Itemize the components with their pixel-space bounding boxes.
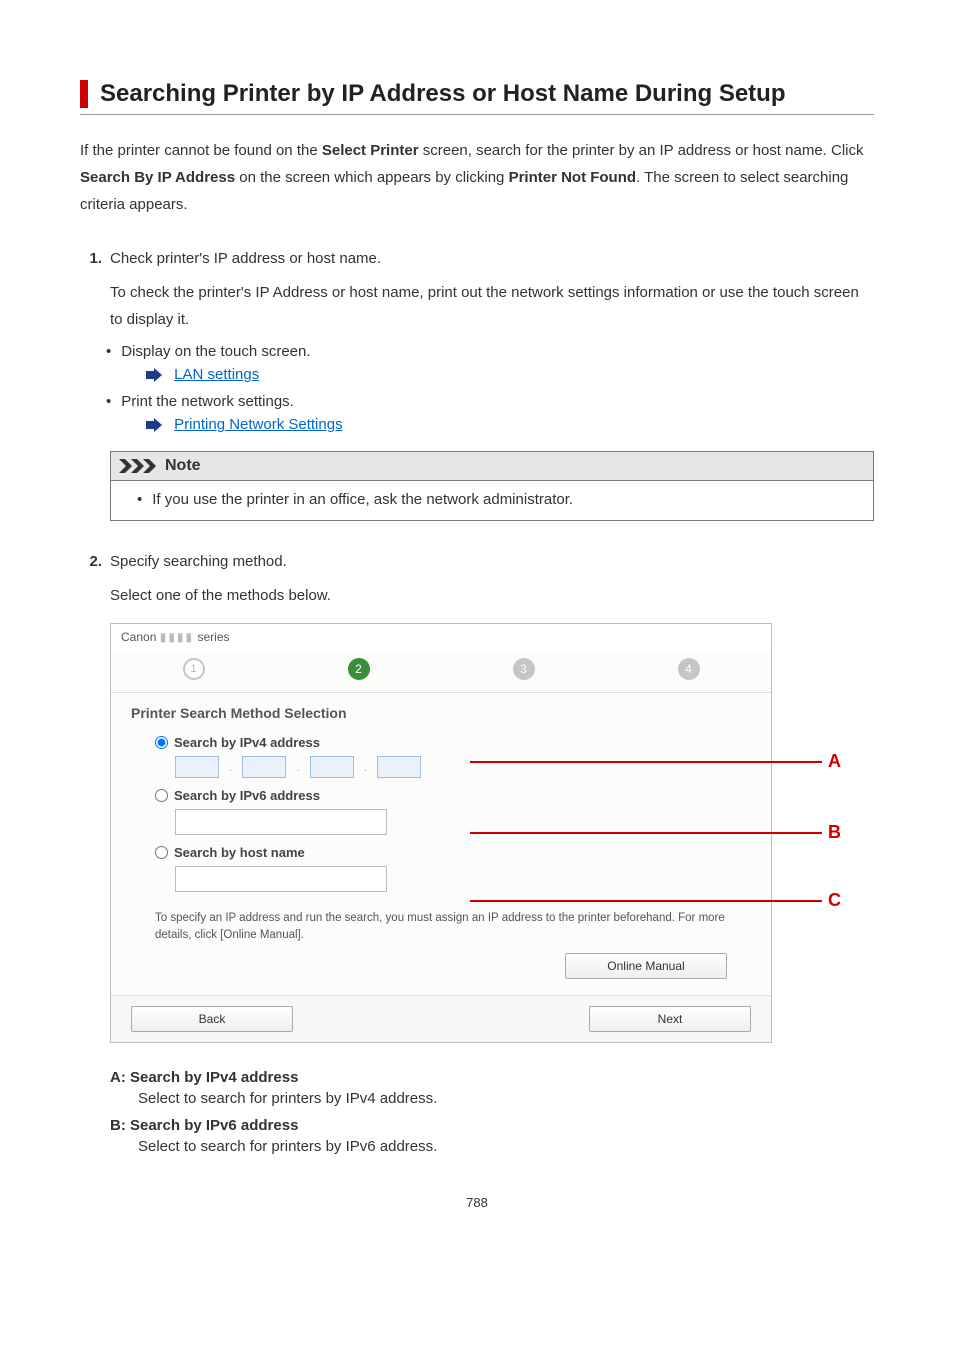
step-1: 1. Check printer's IP address or host na… bbox=[80, 250, 874, 267]
ipv6-input[interactable] bbox=[175, 809, 387, 835]
step-indicator-3: 3 bbox=[513, 658, 535, 680]
dialog-title-bar: Canon ▮▮▮▮ series bbox=[111, 624, 771, 650]
radio-hostname[interactable] bbox=[155, 846, 168, 859]
link-lan-settings[interactable]: LAN settings bbox=[174, 366, 259, 383]
page-title: Searching Printer by IP Address or Host … bbox=[100, 80, 874, 108]
ipv4-octet-2[interactable] bbox=[242, 756, 286, 778]
stepper: 1 2 3 4 bbox=[111, 650, 771, 692]
ipv4-octet-4[interactable] bbox=[377, 756, 421, 778]
ipv4-octet-3[interactable] bbox=[310, 756, 354, 778]
next-button[interactable]: Next bbox=[589, 1006, 751, 1032]
annotation-B: B bbox=[470, 822, 841, 843]
annotation-C: C bbox=[470, 890, 841, 911]
def-A-desc: Select to search for printers by IPv4 ad… bbox=[138, 1090, 874, 1107]
hostname-input[interactable] bbox=[175, 866, 387, 892]
step-indicator-2-active: 2 bbox=[348, 658, 370, 680]
label-ipv4: Search by IPv4 address bbox=[174, 735, 320, 750]
bullet-print-settings: Print the network settings. bbox=[106, 393, 874, 410]
step-2-text: Specify searching method. bbox=[110, 553, 287, 570]
step-indicator-1: 1 bbox=[183, 658, 205, 680]
label-ipv6: Search by IPv6 address bbox=[174, 788, 320, 803]
step-1-body: To check the printer's IP Address or hos… bbox=[110, 279, 874, 333]
radio-ipv4[interactable] bbox=[155, 736, 168, 749]
title-divider bbox=[80, 114, 874, 115]
note-box: Note If you use the printer in an office… bbox=[110, 451, 874, 521]
radio-ipv6[interactable] bbox=[155, 789, 168, 802]
intro-paragraph: If the printer cannot be found on the Se… bbox=[80, 137, 874, 218]
page-number: 788 bbox=[80, 1195, 874, 1210]
arrow-icon bbox=[146, 418, 162, 432]
dialog-hint-text: To specify an IP address and run the sea… bbox=[155, 910, 751, 945]
note-item-1: If you use the printer in an office, ask… bbox=[137, 491, 859, 508]
def-B-head: B: Search by IPv6 address bbox=[110, 1117, 874, 1134]
note-chevrons-icon bbox=[119, 459, 159, 473]
step-2-number: 2. bbox=[80, 553, 102, 570]
ipv4-octet-1[interactable] bbox=[175, 756, 219, 778]
annotation-A: A bbox=[470, 751, 841, 772]
step-1-text: Check printer's IP address or host name. bbox=[110, 250, 381, 267]
label-hostname: Search by host name bbox=[174, 845, 305, 860]
note-label: Note bbox=[165, 457, 201, 475]
def-B-desc: Select to search for printers by IPv6 ad… bbox=[138, 1138, 874, 1155]
back-button[interactable]: Back bbox=[131, 1006, 293, 1032]
step-2-body: Select one of the methods below. bbox=[110, 582, 874, 609]
bullet-display-touch: Display on the touch screen. bbox=[106, 343, 874, 360]
link-printing-network-settings[interactable]: Printing Network Settings bbox=[174, 416, 342, 433]
step-indicator-4: 4 bbox=[678, 658, 700, 680]
def-A-head: A: Search by IPv4 address bbox=[110, 1069, 874, 1086]
arrow-icon bbox=[146, 368, 162, 382]
step-2: 2. Specify searching method. bbox=[80, 553, 874, 570]
step-1-number: 1. bbox=[80, 250, 102, 267]
dialog-section-label: Printer Search Method Selection bbox=[131, 705, 751, 721]
online-manual-button[interactable]: Online Manual bbox=[565, 953, 727, 979]
